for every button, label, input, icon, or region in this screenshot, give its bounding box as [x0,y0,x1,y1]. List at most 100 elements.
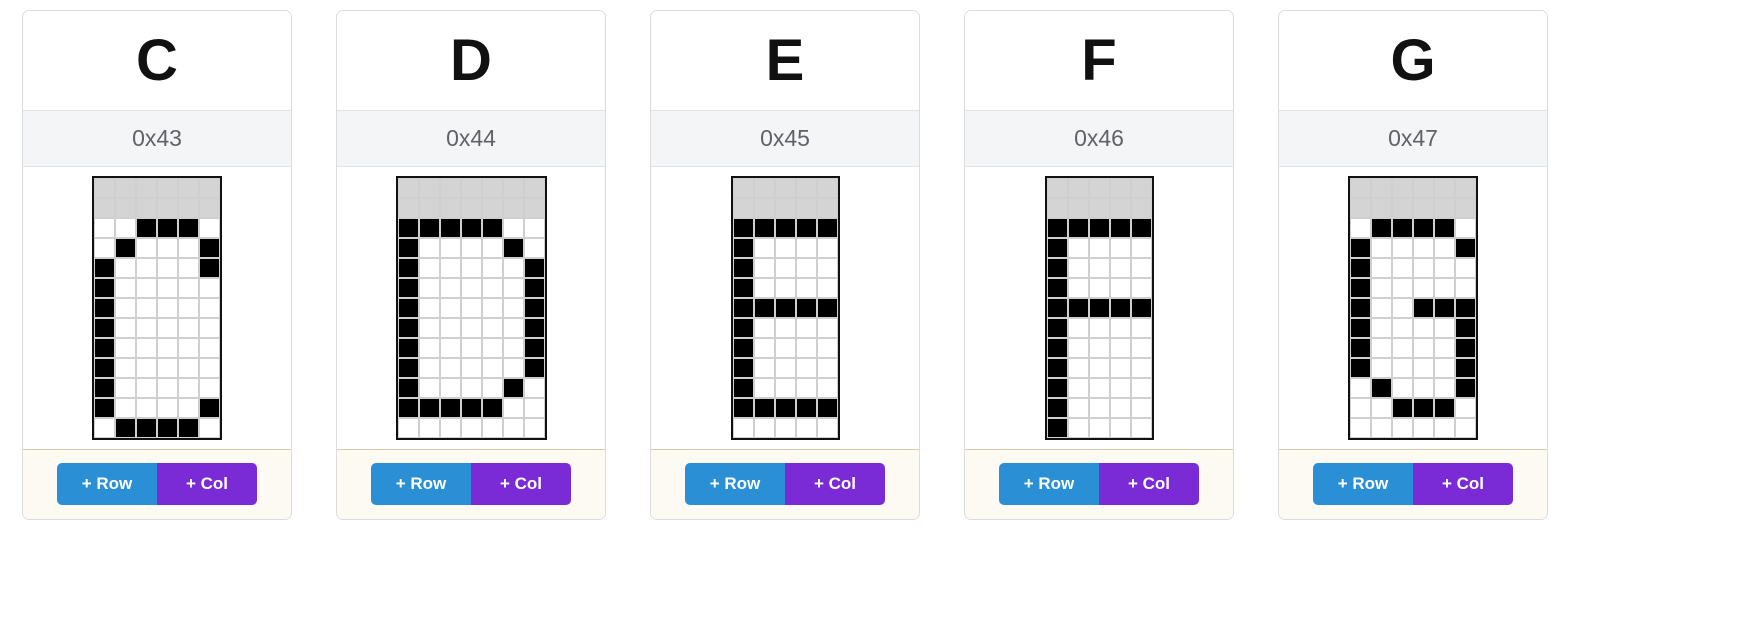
pixel-cell[interactable] [1109,378,1131,398]
pixel-cell[interactable] [178,278,199,298]
pixel-cell[interactable] [157,238,178,258]
pixel-cell[interactable] [94,338,115,358]
pixel-cell[interactable] [1455,398,1476,418]
pixel-cell[interactable] [816,238,838,258]
pixel-cell[interactable] [1413,378,1434,398]
pixel-cell[interactable] [1413,298,1434,318]
pixel-cell[interactable] [816,278,838,298]
pixel-cell[interactable] [1130,298,1152,318]
pixel-cell[interactable] [481,378,503,398]
pixel-cell[interactable] [1392,318,1413,338]
pixel-cell[interactable] [397,358,419,378]
pixel-cell[interactable] [199,318,220,338]
pixel-cell[interactable] [1392,358,1413,378]
pixel-cell[interactable] [774,258,796,278]
pixel-cell[interactable] [397,218,419,238]
pixel-cell[interactable] [1392,298,1413,318]
pixel-cell[interactable] [94,278,115,298]
pixel-cell[interactable] [1413,418,1434,438]
pixel-cell[interactable] [774,178,796,198]
pixel-grid[interactable] [1044,176,1154,440]
pixel-cell[interactable] [397,298,419,318]
pixel-cell[interactable] [115,298,136,318]
pixel-cell[interactable] [481,358,503,378]
pixel-cell[interactable] [1434,178,1455,198]
pixel-cell[interactable] [1067,178,1089,198]
pixel-cell[interactable] [199,418,220,438]
pixel-cell[interactable] [1350,298,1371,318]
pixel-cell[interactable] [1434,238,1455,258]
pixel-cell[interactable] [816,358,838,378]
pixel-cell[interactable] [1455,358,1476,378]
pixel-cell[interactable] [1109,218,1131,238]
pixel-cell[interactable] [481,238,503,258]
pixel-cell[interactable] [1392,338,1413,358]
pixel-cell[interactable] [1371,358,1392,378]
pixel-cell[interactable] [481,398,503,418]
pixel-cell[interactable] [1088,398,1110,418]
pixel-cell[interactable] [418,398,440,418]
pixel-cell[interactable] [1371,178,1392,198]
pixel-cell[interactable] [199,298,220,318]
pixel-cell[interactable] [1392,278,1413,298]
pixel-cell[interactable] [732,318,754,338]
pixel-cell[interactable] [1413,218,1434,238]
pixel-cell[interactable] [1130,198,1152,218]
pixel-cell[interactable] [502,378,524,398]
pixel-cell[interactable] [1088,418,1110,438]
pixel-cell[interactable] [1455,178,1476,198]
pixel-cell[interactable] [816,378,838,398]
pixel-cell[interactable] [136,298,157,318]
pixel-cell[interactable] [1455,298,1476,318]
pixel-cell[interactable] [397,238,419,258]
pixel-cell[interactable] [1434,398,1455,418]
pixel-cell[interactable] [1350,418,1371,438]
pixel-grid[interactable] [92,176,222,440]
pixel-cell[interactable] [115,198,136,218]
pixel-cell[interactable] [502,398,524,418]
pixel-cell[interactable] [816,298,838,318]
pixel-cell[interactable] [418,318,440,338]
pixel-cell[interactable] [1130,258,1152,278]
pixel-cell[interactable] [418,338,440,358]
pixel-cell[interactable] [178,298,199,318]
pixel-cell[interactable] [439,258,461,278]
pixel-cell[interactable] [157,358,178,378]
pixel-cell[interactable] [481,318,503,338]
pixel-cell[interactable] [795,378,817,398]
pixel-cell[interactable] [481,198,503,218]
pixel-cell[interactable] [502,238,524,258]
pixel-cell[interactable] [136,338,157,358]
add-col-button[interactable]: + Col [1099,463,1199,505]
pixel-cell[interactable] [397,258,419,278]
pixel-cell[interactable] [439,358,461,378]
pixel-cell[interactable] [115,318,136,338]
pixel-cell[interactable] [1109,398,1131,418]
pixel-cell[interactable] [1455,238,1476,258]
pixel-cell[interactable] [418,378,440,398]
pixel-cell[interactable] [178,378,199,398]
pixel-cell[interactable] [774,218,796,238]
pixel-cell[interactable] [1392,418,1413,438]
pixel-cell[interactable] [816,218,838,238]
pixel-cell[interactable] [1046,238,1068,258]
pixel-cell[interactable] [795,178,817,198]
pixel-cell[interactable] [136,178,157,198]
add-col-button[interactable]: + Col [157,463,257,505]
pixel-cell[interactable] [774,198,796,218]
pixel-cell[interactable] [1109,178,1131,198]
pixel-cell[interactable] [1130,358,1152,378]
pixel-cell[interactable] [460,378,482,398]
pixel-cell[interactable] [1130,278,1152,298]
pixel-cell[interactable] [1109,278,1131,298]
pixel-cell[interactable] [115,218,136,238]
pixel-cell[interactable] [94,318,115,338]
pixel-cell[interactable] [1392,378,1413,398]
pixel-cell[interactable] [115,418,136,438]
pixel-cell[interactable] [1067,218,1089,238]
add-row-button[interactable]: + Row [371,463,471,505]
pixel-cell[interactable] [1046,198,1068,218]
pixel-cell[interactable] [94,238,115,258]
pixel-cell[interactable] [523,238,545,258]
pixel-cell[interactable] [1109,338,1131,358]
